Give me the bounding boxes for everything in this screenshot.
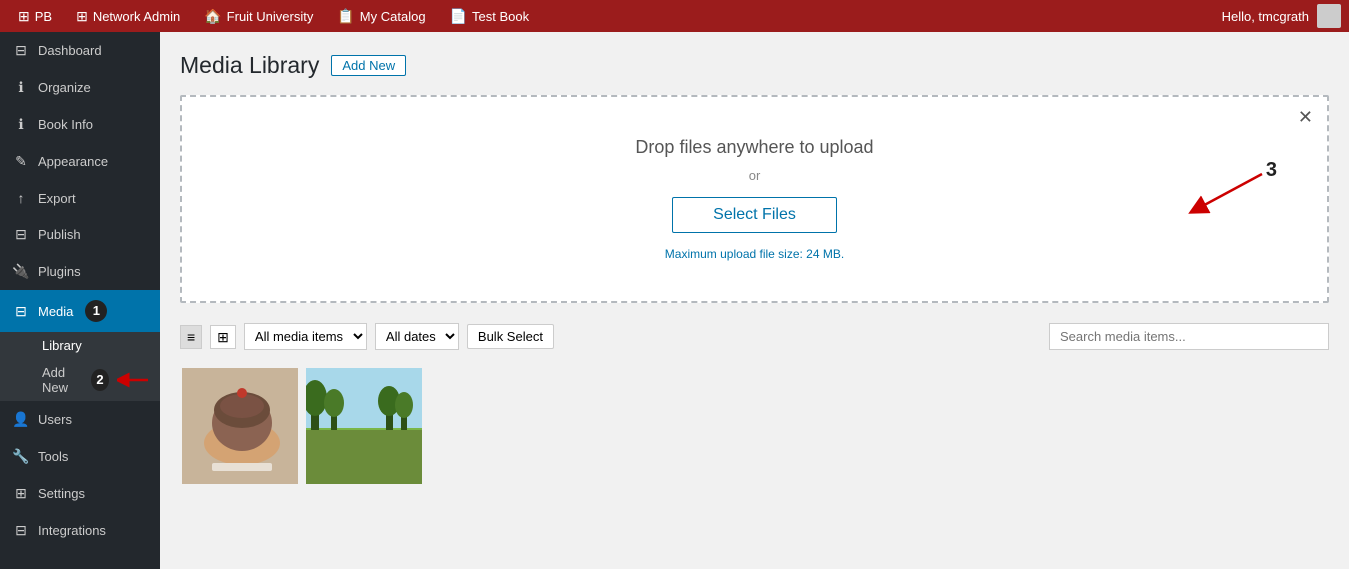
- sidebar-label-tools: Tools: [38, 449, 68, 464]
- media-thumb-2: [306, 368, 424, 486]
- list-view-button[interactable]: ≡: [180, 325, 202, 349]
- admin-bar-my-catalog[interactable]: 📋 My Catalog: [327, 0, 435, 32]
- media-filter-select[interactable]: All media items Images Audio Video Docum…: [244, 323, 367, 350]
- annotation-1: 1: [85, 300, 107, 322]
- max-upload-text: Maximum upload file size: 24 MB.: [202, 247, 1307, 261]
- sidebar-label-appearance: Appearance: [38, 154, 108, 169]
- library-label: Library: [42, 338, 82, 353]
- annotation-badge-3: 3: [1266, 159, 1277, 182]
- sidebar-label-publish: Publish: [38, 227, 81, 242]
- dashboard-icon: ⊟: [12, 42, 30, 59]
- main-content: Media Library Add New ✕ Drop files anywh…: [160, 32, 1349, 569]
- page-title: Media Library: [180, 52, 319, 79]
- sidebar-item-book-info[interactable]: ℹ Book Info: [0, 106, 160, 143]
- sidebar-item-dashboard[interactable]: ⊟ Dashboard: [0, 32, 160, 69]
- home-icon: 🏠: [204, 8, 221, 25]
- page-header: Media Library Add New: [180, 52, 1329, 79]
- avatar[interactable]: [1317, 4, 1341, 28]
- sidebar: ⊟ Dashboard ℹ Organize ℹ Book Info ✎ App…: [0, 32, 160, 569]
- network-admin-icon: ⊞: [76, 8, 88, 25]
- my-catalog-label: My Catalog: [360, 9, 426, 24]
- close-icon[interactable]: ✕: [1298, 107, 1313, 128]
- media-thumb-1: [182, 368, 300, 486]
- sidebar-label-plugins: Plugins: [38, 264, 81, 279]
- sidebar-item-publish[interactable]: ⊟ Publish: [0, 216, 160, 253]
- media-item-1[interactable]: [180, 366, 300, 486]
- organize-icon: ℹ: [12, 79, 30, 96]
- admin-bar-test-book[interactable]: 📄 Test Book: [440, 0, 540, 32]
- pb-icon: ⊞: [18, 8, 30, 25]
- sidebar-item-integrations[interactable]: ⊟ Integrations: [0, 512, 160, 549]
- sidebar-item-tools[interactable]: 🔧 Tools: [0, 438, 160, 475]
- date-filter-select[interactable]: All dates 2024 2023: [375, 323, 459, 350]
- upload-area[interactable]: ✕ Drop files anywhere to upload or Selec…: [180, 95, 1329, 303]
- media-item-2[interactable]: [304, 366, 424, 486]
- network-admin-label: Network Admin: [93, 9, 180, 24]
- grid-view-button[interactable]: ⊞: [210, 325, 236, 349]
- select-files-button[interactable]: Select Files: [672, 197, 837, 233]
- users-icon: 👤: [12, 411, 30, 428]
- media-grid: [180, 366, 1329, 486]
- sidebar-label-settings: Settings: [38, 486, 85, 501]
- admin-bar: ⊞ PB ⊞ Network Admin 🏠 Fruit University …: [0, 0, 1349, 32]
- export-icon: ↑: [12, 190, 30, 206]
- annotation-3-container: 3: [1177, 169, 1267, 219]
- sidebar-label-users: Users: [38, 412, 72, 427]
- sidebar-item-settings[interactable]: ⊞ Settings: [0, 475, 160, 512]
- admin-bar-fruit-university[interactable]: 🏠 Fruit University: [194, 0, 323, 32]
- publish-icon: ⊟: [12, 226, 30, 243]
- appearance-icon: ✎: [12, 153, 30, 170]
- sidebar-sub-add-new[interactable]: Add New 2: [30, 359, 160, 401]
- arrow-3-svg: [1177, 169, 1267, 219]
- integrations-icon: ⊟: [12, 522, 30, 539]
- tools-icon: 🔧: [12, 448, 30, 465]
- upload-area-wrapper: ✕ Drop files anywhere to upload or Selec…: [180, 95, 1329, 303]
- annotation-2: 2: [91, 369, 108, 391]
- sidebar-label-export: Export: [38, 191, 76, 206]
- sidebar-label-book-info: Book Info: [38, 117, 93, 132]
- pb-label: PB: [35, 9, 52, 24]
- sidebar-media-submenu: Library Add New 2: [0, 332, 160, 401]
- sidebar-item-users[interactable]: 👤 Users: [0, 401, 160, 438]
- fruit-university-label: Fruit University: [227, 9, 314, 24]
- drop-text: Drop files anywhere to upload: [202, 137, 1307, 158]
- catalog-icon: 📋: [337, 8, 354, 25]
- sidebar-item-plugins[interactable]: 🔌 Plugins: [0, 253, 160, 290]
- sidebar-item-media[interactable]: ⊟ Media 1: [0, 290, 160, 332]
- test-book-label: Test Book: [472, 9, 529, 24]
- media-icon: ⊟: [12, 303, 30, 320]
- sidebar-label-media: Media: [38, 304, 73, 319]
- admin-bar-network-admin[interactable]: ⊞ Network Admin: [66, 0, 190, 32]
- bulk-select-button[interactable]: Bulk Select: [467, 324, 554, 349]
- or-text: or: [202, 168, 1307, 183]
- sidebar-sub-library[interactable]: Library: [30, 332, 160, 359]
- book-info-icon: ℹ: [12, 116, 30, 133]
- book-icon: 📄: [450, 8, 467, 25]
- add-new-button[interactable]: Add New: [331, 55, 406, 76]
- sidebar-item-organize[interactable]: ℹ Organize: [0, 69, 160, 106]
- media-toolbar: ≡ ⊞ All media items Images Audio Video D…: [180, 323, 1329, 350]
- add-new-sub-label: Add New: [42, 365, 83, 395]
- hello-text: Hello, tmcgrath: [1222, 9, 1309, 24]
- sidebar-label-organize: Organize: [38, 80, 91, 95]
- arrow-2-svg: [117, 370, 148, 390]
- sidebar-label-integrations: Integrations: [38, 523, 106, 538]
- admin-bar-pb[interactable]: ⊞ PB: [8, 0, 62, 32]
- plugins-icon: 🔌: [12, 263, 30, 280]
- settings-icon: ⊞: [12, 485, 30, 502]
- sidebar-item-appearance[interactable]: ✎ Appearance: [0, 143, 160, 180]
- sidebar-item-export[interactable]: ↑ Export: [0, 180, 160, 216]
- search-input[interactable]: [1049, 323, 1329, 350]
- sidebar-label-dashboard: Dashboard: [38, 43, 102, 58]
